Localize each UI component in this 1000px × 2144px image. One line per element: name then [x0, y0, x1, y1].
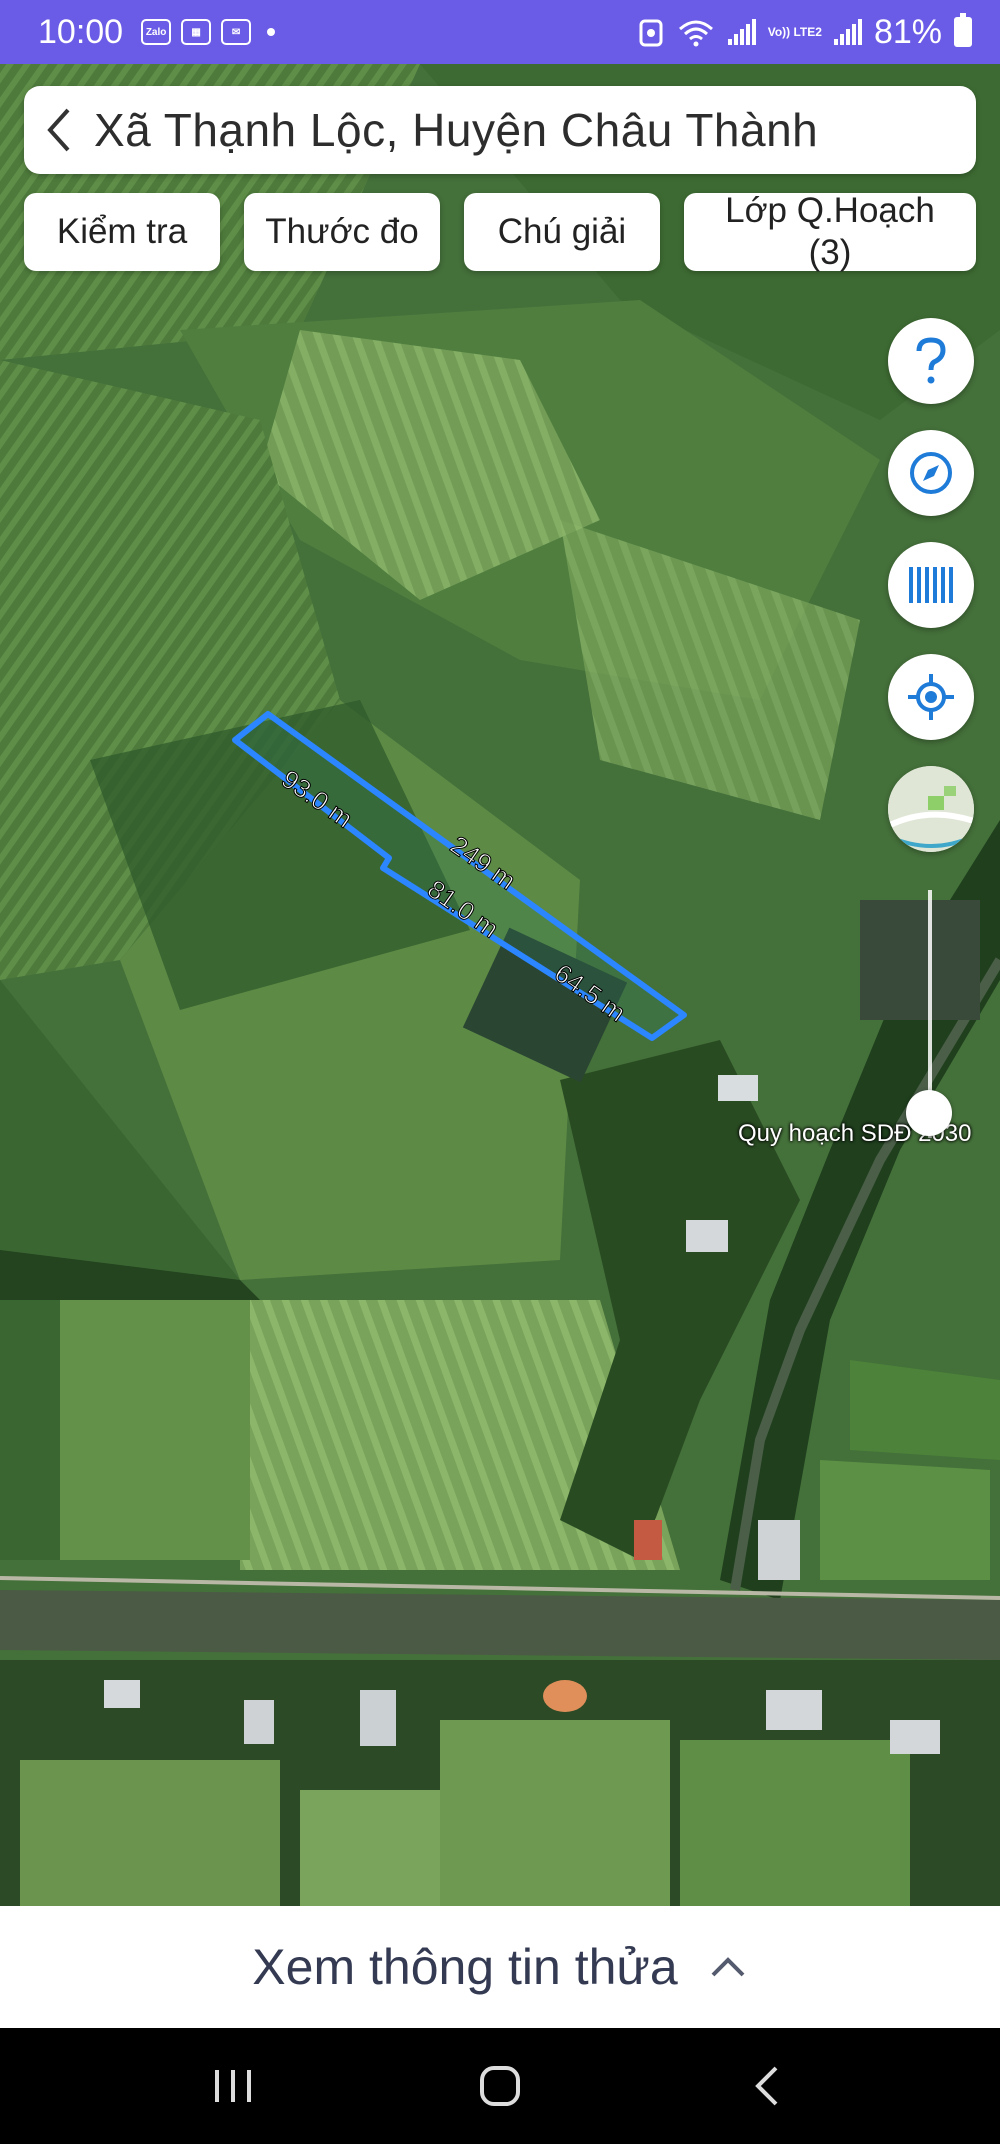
notification-icons: Zalo ▦ ✉ — [141, 19, 276, 45]
home-icon — [479, 2066, 520, 2106]
compass-button[interactable] — [888, 430, 974, 516]
house — [104, 1680, 140, 1708]
status-bar: 10:00 Zalo ▦ ✉ Vo)) LTE2 81% — [0, 0, 1000, 64]
system-icons: Vo)) LTE2 81% — [638, 13, 972, 52]
planning-layer-count: (3) — [808, 233, 852, 272]
parcel-info-sheet[interactable]: Xem thông tin thửa — [0, 1906, 1000, 2028]
river — [0, 1590, 1000, 1660]
messenger-icon: ✉ — [221, 19, 252, 45]
zalo-icon: Zalo — [141, 19, 172, 45]
help-icon — [916, 337, 946, 384]
barcode-icon — [909, 567, 953, 603]
house — [360, 1690, 396, 1746]
recent-apps-icon — [215, 2070, 252, 2102]
page-title: Xã Thạnh Lộc, Huyện Châu Thành — [94, 104, 819, 156]
planning-layer-label: Lớp Q.Hoạch — [725, 191, 935, 230]
field — [300, 1790, 440, 1906]
house — [543, 1680, 587, 1712]
map-layer-icon — [888, 766, 974, 852]
back-button[interactable] — [24, 86, 94, 174]
recent-apps-button[interactable] — [193, 2056, 273, 2116]
house — [758, 1520, 800, 1580]
battery-icon — [954, 13, 972, 47]
locate-button[interactable] — [888, 654, 974, 740]
signal-2-icon — [833, 19, 862, 45]
chevron-left-icon — [47, 108, 70, 152]
field — [60, 1300, 250, 1560]
locate-icon — [908, 674, 954, 720]
sync-icon — [639, 19, 663, 47]
map-canvas[interactable]: 93.0 m 249 m 81.0 m 64.5 m — [0, 64, 1000, 1906]
legend-button[interactable]: Chú giải — [464, 193, 660, 271]
map-layer-button[interactable] — [888, 766, 974, 852]
planning-layer-button[interactable]: Lớp Q.Hoạch (3) — [684, 191, 976, 272]
house — [718, 1075, 758, 1101]
house — [890, 1720, 940, 1754]
nav-back-button[interactable] — [727, 2056, 807, 2116]
satellite-map[interactable]: 93.0 m 249 m 81.0 m 64.5 m — [0, 64, 1000, 1906]
chevron-up-icon[interactable] — [708, 1947, 748, 1987]
house — [766, 1690, 822, 1730]
help-button[interactable] — [888, 318, 974, 404]
parcel-info-title: Xem thông tin thửa — [252, 1939, 678, 1995]
pond — [860, 900, 980, 1020]
more-notifications-icon — [267, 28, 276, 36]
compass-icon — [910, 452, 952, 494]
title-bar: Xã Thạnh Lộc, Huyện Châu Thành — [24, 86, 976, 174]
field — [20, 1760, 280, 1906]
house — [686, 1220, 728, 1252]
barcode-button[interactable] — [888, 542, 974, 628]
status-time: 10:00 — [38, 12, 124, 51]
check-button[interactable]: Kiểm tra — [24, 193, 220, 271]
volte-label: Vo)) LTE2 — [767, 25, 822, 39]
signal-icon — [727, 19, 756, 45]
measure-button[interactable]: Thước đo — [244, 193, 440, 271]
back-icon — [754, 2066, 778, 2106]
field — [680, 1740, 910, 1906]
calendar-icon: ▦ — [181, 19, 212, 45]
home-button[interactable] — [460, 2056, 540, 2116]
house — [244, 1700, 274, 1744]
battery-percent: 81% — [873, 12, 942, 51]
field — [440, 1720, 670, 1906]
system-nav-bar — [0, 2028, 1000, 2144]
wifi-icon — [678, 20, 713, 47]
house — [634, 1520, 662, 1560]
field — [820, 1460, 990, 1580]
planning-slider-thumb[interactable] — [906, 1090, 952, 1137]
